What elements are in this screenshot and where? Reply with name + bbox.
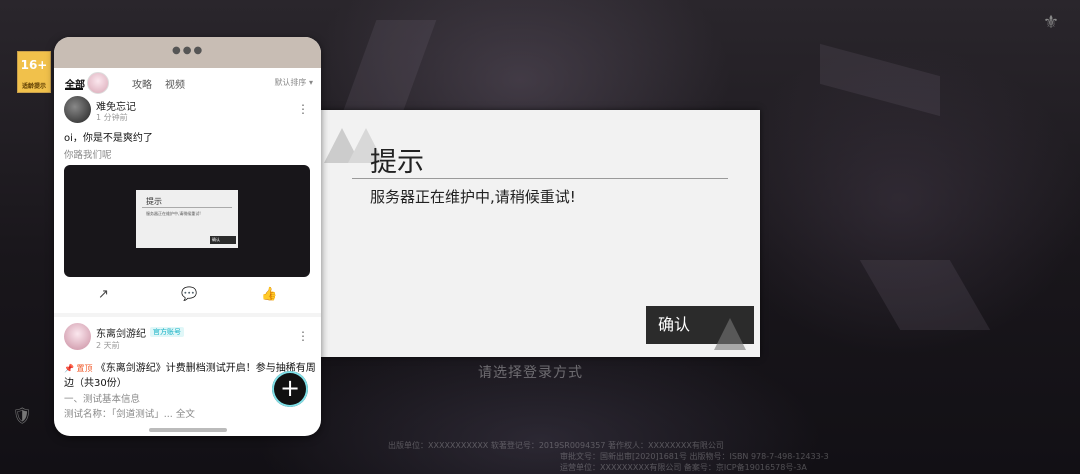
pinned-tag: 📌 置顶 (64, 364, 93, 373)
panel-handle[interactable]: ●●● (54, 37, 321, 68)
tab-guide[interactable]: 攻略 (132, 76, 152, 91)
avatar[interactable] (64, 323, 91, 350)
post-image[interactable]: 提示 服务器正在维护中,请稍候重试! 确认 (64, 165, 310, 277)
more-options-icon[interactable]: ⋮ (297, 102, 309, 116)
confirm-button[interactable]: 确认 (646, 306, 754, 350)
post-divider (54, 313, 321, 317)
tab-video[interactable]: 视频 (165, 76, 185, 91)
post-title-line2: 边（共30份） (64, 378, 127, 389)
post-image-title: 提示 (146, 197, 162, 206)
post-actions: ↗ 💬 👍 (54, 287, 321, 305)
post-username[interactable]: 难免忘记 (96, 98, 136, 113)
tab-indicator (65, 88, 83, 90)
logo-icon[interactable]: ⚜ (1040, 12, 1062, 34)
more-dots-icon[interactable]: ●●● (172, 45, 204, 56)
post-image-button: 确认 (210, 236, 236, 244)
login-hint: 请选择登录方式 (478, 365, 583, 381)
add-post-button[interactable]: + (272, 371, 308, 407)
footer-line: 运营单位：XXXXXXXXX有限公司 备案号：京ICP备19016578号-3A (560, 463, 807, 472)
maintenance-dialog: 提示 服务器正在维护中,请稍候重试! 确认 (318, 110, 760, 357)
avatar[interactable] (87, 72, 109, 94)
more-options-icon[interactable]: ⋮ (297, 329, 309, 343)
post-subtext: 一、测试基本信息 (64, 394, 141, 405)
tab-bar: 全部 攻略 视频 默认排序 ▾ (54, 68, 321, 94)
confirm-button-label: 确认 (658, 315, 691, 334)
like-icon[interactable]: 👍 (261, 287, 277, 302)
triangle-decoration-icon (714, 318, 746, 350)
post-time: 2 天前 (96, 341, 120, 350)
post-image-divider (142, 207, 232, 208)
dialog-divider (352, 178, 728, 179)
post-title[interactable]: 📌 置顶 《东离剑游纪》计费删档测试开启！参与抽稀有周 (64, 359, 316, 374)
footer-line: 审批文号：国新出审[2020]1681号 出版物号：ISBN 978-7-498… (560, 452, 829, 461)
footer-line: 出版单位：XXXXXXXXXXX 软著登记号：2019SR0094357 著作权… (388, 441, 724, 450)
comment-icon[interactable]: 💬 (181, 287, 197, 302)
age-rating-label: 16+ (20, 58, 48, 72)
sort-dropdown[interactable]: 默认排序 ▾ (274, 77, 313, 88)
post-subtext: 你路我们呢 (64, 150, 112, 161)
dialog-message: 服务器正在维护中,请稍候重试! (370, 188, 576, 206)
age-rating-sub: 适龄提示 (21, 83, 46, 90)
post-image-message: 服务器正在维护中,请稍候重试! (146, 211, 201, 216)
post-image-dialog: 提示 服务器正在维护中,请稍候重试! 确认 (136, 190, 238, 248)
age-rating-badge: 16+ 适龄提示 (17, 51, 51, 93)
shield-icon[interactable]: 🛡 (12, 406, 34, 428)
avatar[interactable] (64, 96, 91, 123)
home-indicator (149, 428, 227, 432)
share-icon[interactable]: ↗ (98, 287, 109, 302)
dialog-title: 提示 (370, 147, 424, 178)
official-badge: 官方账号 (150, 327, 184, 337)
post-time: 1 分钟前 (96, 113, 128, 122)
post-text: oi，你是不是爽约了 (64, 133, 153, 144)
community-panel: ●●● 全部 攻略 视频 默认排序 ▾ 难免忘记 1 分钟前 ⋮ oi，你是不是… (54, 37, 321, 436)
post-subtext[interactable]: 测试名称：「剑道测试」... 全文 (64, 406, 195, 420)
post-username[interactable]: 东离剑游纪 (96, 325, 146, 340)
